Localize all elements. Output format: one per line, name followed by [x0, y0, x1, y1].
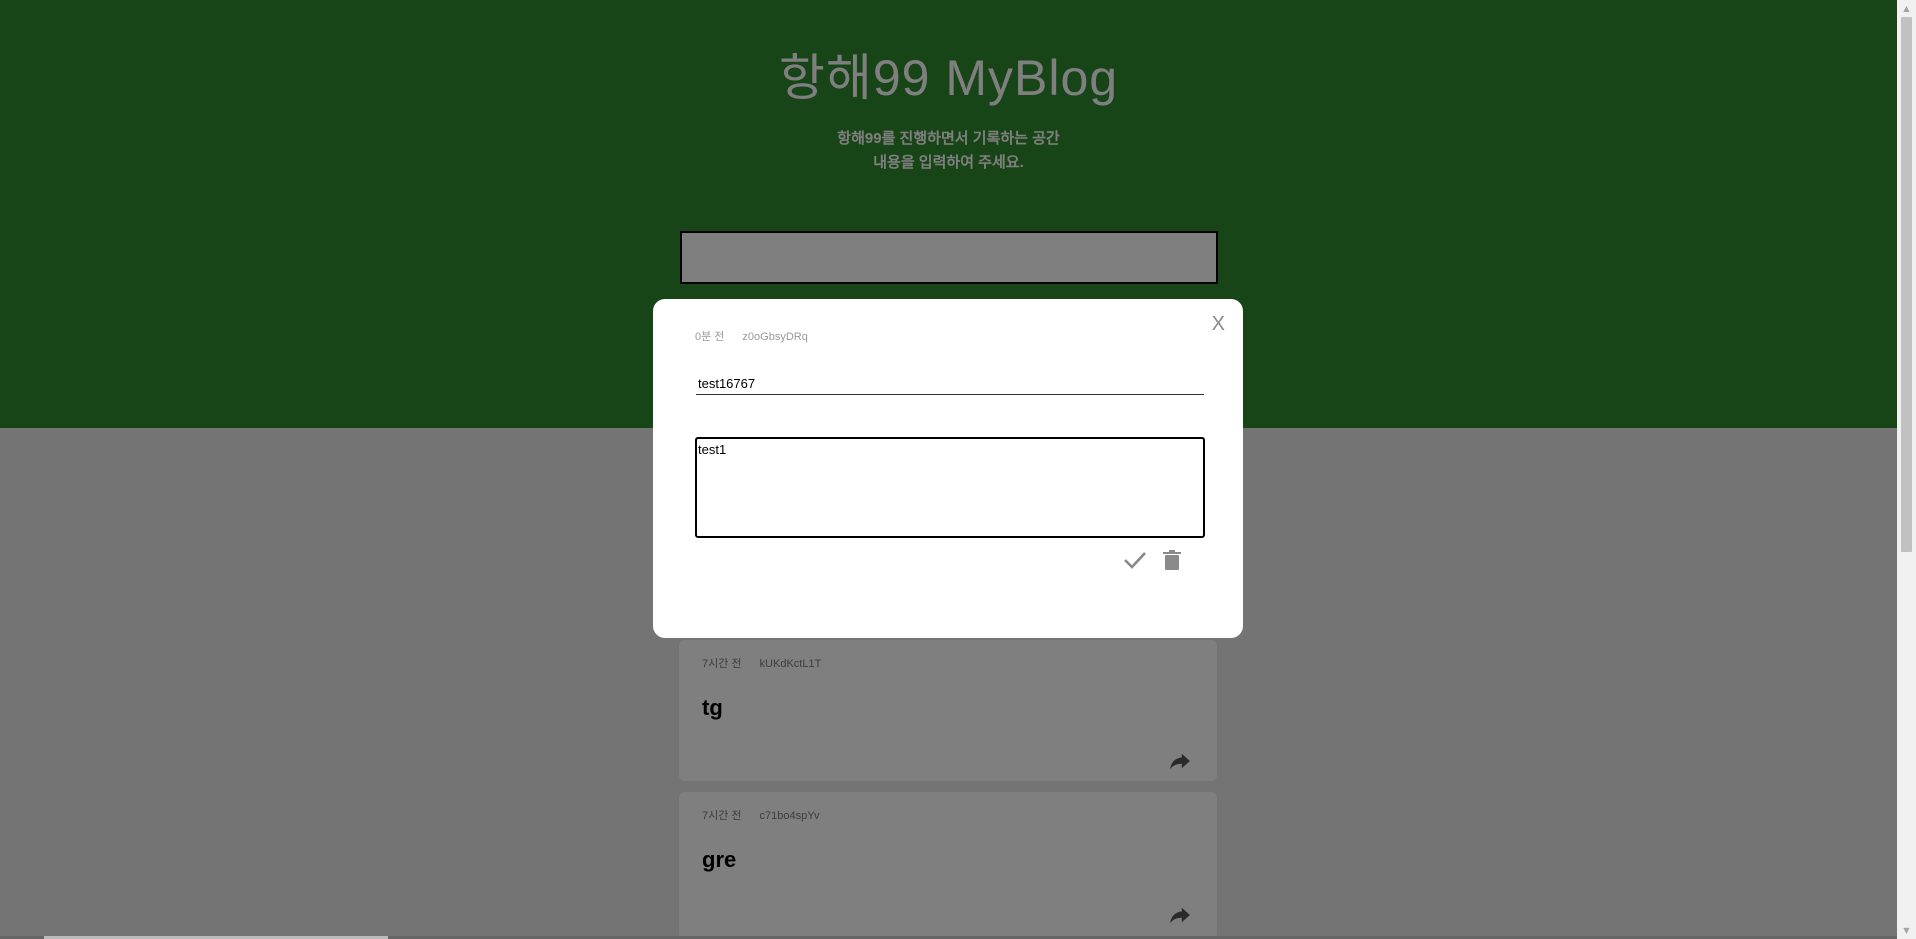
close-button[interactable]: X — [1212, 313, 1225, 336]
vertical-scrollbar[interactable]: ▲ ▼ — [1897, 0, 1916, 939]
scroll-thumb[interactable] — [1901, 17, 1912, 552]
modal-time: 0분 전 — [695, 331, 725, 343]
edit-modal: X 0분 전 z0oGbsyDRq test1 — [653, 299, 1243, 638]
check-icon[interactable] — [1122, 549, 1148, 571]
scroll-up-icon[interactable]: ▲ — [1897, 0, 1916, 17]
scroll-down-icon[interactable]: ▼ — [1897, 922, 1916, 939]
modal-post-id: z0oGbsyDRq — [742, 331, 808, 343]
page: 항해99 MyBlog 항해99를 진행하면서 기록하는 공간 내용을 입력하여… — [0, 0, 1897, 939]
modal-meta: 0분 전 z0oGbsyDRq — [695, 328, 808, 344]
title-input[interactable] — [696, 373, 1204, 395]
trash-icon[interactable] — [1163, 550, 1181, 570]
content-textarea[interactable]: test1 — [695, 437, 1205, 538]
